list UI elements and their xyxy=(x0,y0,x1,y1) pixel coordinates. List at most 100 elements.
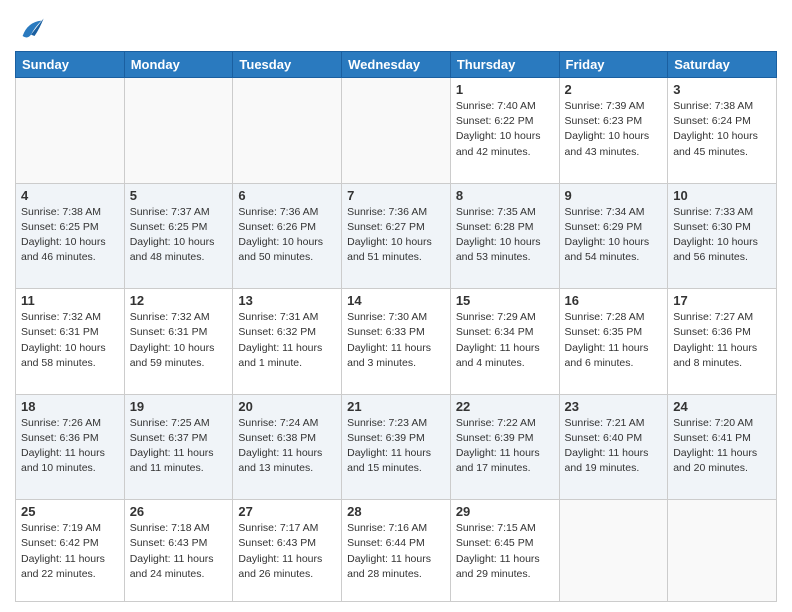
day-number: 11 xyxy=(21,293,119,308)
day-number: 2 xyxy=(565,82,663,97)
sun-info: Sunrise: 7:23 AM Sunset: 6:39 PM Dayligh… xyxy=(347,416,445,477)
day-number: 15 xyxy=(456,293,554,308)
calendar-cell: 21 Sunrise: 7:23 AM Sunset: 6:39 PM Dayli… xyxy=(342,394,451,500)
day-number: 7 xyxy=(347,188,445,203)
header-row: Sunday Monday Tuesday Wednesday Thursday… xyxy=(16,52,777,78)
sun-info: Sunrise: 7:30 AM Sunset: 6:33 PM Dayligh… xyxy=(347,310,445,371)
sun-info: Sunrise: 7:29 AM Sunset: 6:34 PM Dayligh… xyxy=(456,310,554,371)
day-number: 5 xyxy=(130,188,228,203)
calendar-cell: 6 Sunrise: 7:36 AM Sunset: 6:26 PM Daylig… xyxy=(233,183,342,289)
calendar-cell xyxy=(668,500,777,602)
calendar-cell: 7 Sunrise: 7:36 AM Sunset: 6:27 PM Daylig… xyxy=(342,183,451,289)
sun-info: Sunrise: 7:19 AM Sunset: 6:42 PM Dayligh… xyxy=(21,521,119,582)
week-row: 1Sunrise: 7:40 AM Sunset: 6:22 PM Daylig… xyxy=(16,78,777,184)
calendar-cell: 8 Sunrise: 7:35 AM Sunset: 6:28 PM Daylig… xyxy=(450,183,559,289)
day-number: 16 xyxy=(565,293,663,308)
calendar-cell: 13 Sunrise: 7:31 AM Sunset: 6:32 PM Dayli… xyxy=(233,289,342,395)
sun-info: Sunrise: 7:32 AM Sunset: 6:31 PM Dayligh… xyxy=(130,310,228,371)
calendar-cell: 18 Sunrise: 7:26 AM Sunset: 6:36 PM Dayli… xyxy=(16,394,125,500)
sun-info: Sunrise: 7:36 AM Sunset: 6:27 PM Dayligh… xyxy=(347,205,445,266)
calendar-cell: 20 Sunrise: 7:24 AM Sunset: 6:38 PM Dayli… xyxy=(233,394,342,500)
calendar-cell xyxy=(124,78,233,184)
day-number: 12 xyxy=(130,293,228,308)
col-tuesday: Tuesday xyxy=(233,52,342,78)
calendar-cell: 22 Sunrise: 7:22 AM Sunset: 6:39 PM Dayli… xyxy=(450,394,559,500)
calendar-cell: 11 Sunrise: 7:32 AM Sunset: 6:31 PM Dayli… xyxy=(16,289,125,395)
logo xyxy=(15,15,45,43)
calendar-cell: 26 Sunrise: 7:18 AM Sunset: 6:43 PM Dayli… xyxy=(124,500,233,602)
sun-info: Sunrise: 7:17 AM Sunset: 6:43 PM Dayligh… xyxy=(238,521,336,582)
sun-info: Sunrise: 7:26 AM Sunset: 6:36 PM Dayligh… xyxy=(21,416,119,477)
day-number: 3 xyxy=(673,82,771,97)
col-thursday: Thursday xyxy=(450,52,559,78)
col-wednesday: Wednesday xyxy=(342,52,451,78)
sun-info: Sunrise: 7:34 AM Sunset: 6:29 PM Dayligh… xyxy=(565,205,663,266)
col-sunday: Sunday xyxy=(16,52,125,78)
sun-info: Sunrise: 7:38 AM Sunset: 6:25 PM Dayligh… xyxy=(21,205,119,266)
day-number: 21 xyxy=(347,399,445,414)
calendar-cell: 9 Sunrise: 7:34 AM Sunset: 6:29 PM Daylig… xyxy=(559,183,668,289)
sun-info: Sunrise: 7:25 AM Sunset: 6:37 PM Dayligh… xyxy=(130,416,228,477)
sun-info: Sunrise: 7:40 AM Sunset: 6:22 PM Dayligh… xyxy=(456,99,554,160)
col-monday: Monday xyxy=(124,52,233,78)
day-number: 29 xyxy=(456,504,554,519)
calendar-body: 1Sunrise: 7:40 AM Sunset: 6:22 PM Daylig… xyxy=(16,78,777,602)
sun-info: Sunrise: 7:27 AM Sunset: 6:36 PM Dayligh… xyxy=(673,310,771,371)
calendar-cell: 24 Sunrise: 7:20 AM Sunset: 6:41 PM Dayli… xyxy=(668,394,777,500)
day-number: 24 xyxy=(673,399,771,414)
sun-info: Sunrise: 7:15 AM Sunset: 6:45 PM Dayligh… xyxy=(456,521,554,582)
day-number: 8 xyxy=(456,188,554,203)
calendar-cell: 29 Sunrise: 7:15 AM Sunset: 6:45 PM Dayli… xyxy=(450,500,559,602)
day-number: 13 xyxy=(238,293,336,308)
day-number: 28 xyxy=(347,504,445,519)
page: Sunday Monday Tuesday Wednesday Thursday… xyxy=(0,0,792,612)
col-saturday: Saturday xyxy=(668,52,777,78)
day-number: 18 xyxy=(21,399,119,414)
sun-info: Sunrise: 7:28 AM Sunset: 6:35 PM Dayligh… xyxy=(565,310,663,371)
day-number: 14 xyxy=(347,293,445,308)
calendar-cell: 14 Sunrise: 7:30 AM Sunset: 6:33 PM Dayli… xyxy=(342,289,451,395)
sun-info: Sunrise: 7:35 AM Sunset: 6:28 PM Dayligh… xyxy=(456,205,554,266)
calendar-cell: 28 Sunrise: 7:16 AM Sunset: 6:44 PM Dayli… xyxy=(342,500,451,602)
calendar-cell: 1Sunrise: 7:40 AM Sunset: 6:22 PM Daylig… xyxy=(450,78,559,184)
day-number: 25 xyxy=(21,504,119,519)
sun-info: Sunrise: 7:33 AM Sunset: 6:30 PM Dayligh… xyxy=(673,205,771,266)
calendar-cell: 17 Sunrise: 7:27 AM Sunset: 6:36 PM Dayli… xyxy=(668,289,777,395)
calendar-table: Sunday Monday Tuesday Wednesday Thursday… xyxy=(15,51,777,602)
calendar-cell xyxy=(342,78,451,184)
calendar-cell: 3 Sunrise: 7:38 AM Sunset: 6:24 PM Daylig… xyxy=(668,78,777,184)
day-number: 10 xyxy=(673,188,771,203)
calendar-cell: 10 Sunrise: 7:33 AM Sunset: 6:30 PM Dayli… xyxy=(668,183,777,289)
calendar-cell xyxy=(16,78,125,184)
day-number: 9 xyxy=(565,188,663,203)
calendar-cell: 25 Sunrise: 7:19 AM Sunset: 6:42 PM Dayli… xyxy=(16,500,125,602)
day-number: 17 xyxy=(673,293,771,308)
day-number: 23 xyxy=(565,399,663,414)
calendar-cell: 16 Sunrise: 7:28 AM Sunset: 6:35 PM Dayli… xyxy=(559,289,668,395)
calendar-cell: 12 Sunrise: 7:32 AM Sunset: 6:31 PM Dayli… xyxy=(124,289,233,395)
sun-info: Sunrise: 7:22 AM Sunset: 6:39 PM Dayligh… xyxy=(456,416,554,477)
sun-info: Sunrise: 7:31 AM Sunset: 6:32 PM Dayligh… xyxy=(238,310,336,371)
sun-info: Sunrise: 7:32 AM Sunset: 6:31 PM Dayligh… xyxy=(21,310,119,371)
calendar-cell: 4Sunrise: 7:38 AM Sunset: 6:25 PM Daylig… xyxy=(16,183,125,289)
col-friday: Friday xyxy=(559,52,668,78)
sun-info: Sunrise: 7:38 AM Sunset: 6:24 PM Dayligh… xyxy=(673,99,771,160)
day-number: 19 xyxy=(130,399,228,414)
day-number: 6 xyxy=(238,188,336,203)
sun-info: Sunrise: 7:36 AM Sunset: 6:26 PM Dayligh… xyxy=(238,205,336,266)
sun-info: Sunrise: 7:18 AM Sunset: 6:43 PM Dayligh… xyxy=(130,521,228,582)
sun-info: Sunrise: 7:39 AM Sunset: 6:23 PM Dayligh… xyxy=(565,99,663,160)
calendar-cell: 19 Sunrise: 7:25 AM Sunset: 6:37 PM Dayli… xyxy=(124,394,233,500)
sun-info: Sunrise: 7:37 AM Sunset: 6:25 PM Dayligh… xyxy=(130,205,228,266)
week-row: 4Sunrise: 7:38 AM Sunset: 6:25 PM Daylig… xyxy=(16,183,777,289)
week-row: 25 Sunrise: 7:19 AM Sunset: 6:42 PM Dayli… xyxy=(16,500,777,602)
sun-info: Sunrise: 7:24 AM Sunset: 6:38 PM Dayligh… xyxy=(238,416,336,477)
day-number: 27 xyxy=(238,504,336,519)
week-row: 18 Sunrise: 7:26 AM Sunset: 6:36 PM Dayli… xyxy=(16,394,777,500)
logo-bird-icon xyxy=(17,15,45,43)
sun-info: Sunrise: 7:16 AM Sunset: 6:44 PM Dayligh… xyxy=(347,521,445,582)
day-number: 20 xyxy=(238,399,336,414)
day-number: 22 xyxy=(456,399,554,414)
sun-info: Sunrise: 7:20 AM Sunset: 6:41 PM Dayligh… xyxy=(673,416,771,477)
day-number: 26 xyxy=(130,504,228,519)
